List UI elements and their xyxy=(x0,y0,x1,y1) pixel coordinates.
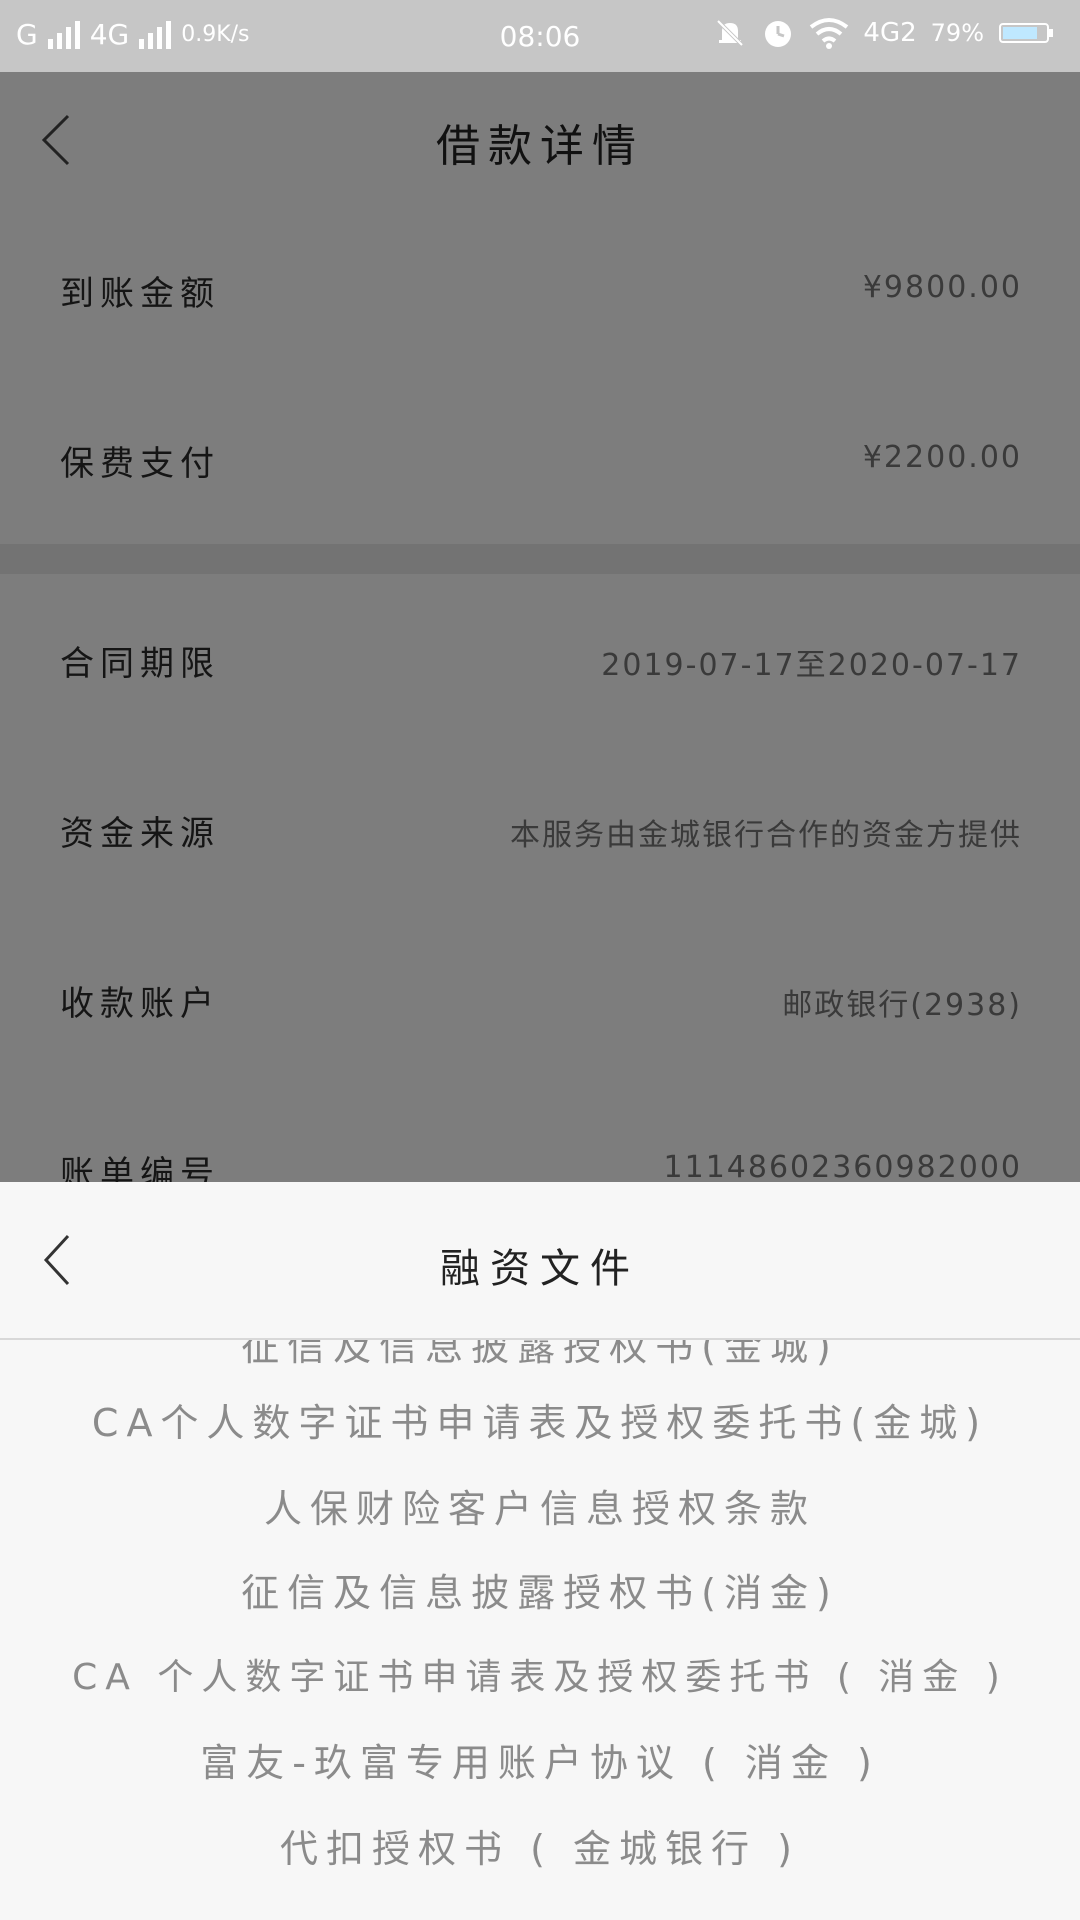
detail-value: 2019-07-17至2020-07-17 xyxy=(601,648,1022,683)
detail-row-fund-source: 资金来源 本服务由金城银行合作的资金方提供 xyxy=(0,748,1080,918)
document-link[interactable]: 征信及信息披露授权书(金城) xyxy=(0,1340,1080,1371)
detail-value: 邮政银行(2938) xyxy=(782,988,1022,1023)
section-divider xyxy=(0,544,1080,574)
document-link[interactable]: 人保财险客户信息授权条款 xyxy=(0,1478,1080,1533)
document-link[interactable]: 征信及信息披露授权书(消金) xyxy=(0,1562,1080,1617)
wifi-icon xyxy=(810,18,849,49)
battery-icon xyxy=(999,23,1053,43)
document-link[interactable]: 富友-玖富专用账户协议 ( 消金 ) xyxy=(0,1732,1080,1787)
detail-value: 本服务由金城银行合作的资金方提供 xyxy=(510,818,1022,853)
document-link[interactable]: 代扣授权书 ( 金城银行 ) xyxy=(0,1818,1080,1873)
document-list[interactable]: 征信及信息披露授权书(金城) CA个人数字证书申请表及授权委托书(金城) 人保财… xyxy=(0,1340,1080,1920)
status-bar: G 4G 0.9K/s 08:06 4G2 79% xyxy=(0,0,1080,72)
page-title: 借款详情 xyxy=(436,121,644,172)
detail-row-term: 合同期限 2019-07-17至2020-07-17 xyxy=(0,578,1080,748)
detail-row-premium: 保费支付 ¥2200.00 xyxy=(0,378,1080,548)
detail-label: 收款账户 xyxy=(60,984,220,1024)
alarm-icon xyxy=(765,21,792,47)
sheet-title: 融资文件 xyxy=(440,1246,640,1292)
detail-label: 资金来源 xyxy=(60,814,220,854)
battery-percent: 79% xyxy=(930,19,984,47)
document-link[interactable]: CA 个人数字证书申请表及授权委托书 ( 消金 ) xyxy=(0,1648,1080,1700)
sheet-header: 融资文件 xyxy=(0,1182,1080,1340)
mute-bell-icon xyxy=(717,19,744,47)
network-badge: 4G2 xyxy=(863,18,917,48)
detail-value: ¥2200.00 xyxy=(862,440,1022,475)
detail-row-account: 收款账户 邮政银行(2938) xyxy=(0,918,1080,1088)
status-right: 4G2 79% xyxy=(713,16,1056,50)
screen: G 4G 0.9K/s 08:06 4G2 79% 借款详情 到账金额 ¥980… xyxy=(0,0,1080,1920)
detail-label: 到账金额 xyxy=(60,274,220,314)
loan-details-header: 借款详情 xyxy=(0,72,1080,208)
finance-documents-sheet: 融资文件 征信及信息披露授权书(金城) CA个人数字证书申请表及授权委托书(金城… xyxy=(0,1182,1080,1920)
document-link[interactable]: CA个人数字证书申请表及授权委托书(金城) xyxy=(0,1392,1080,1447)
detail-value: ¥9800.00 xyxy=(862,270,1022,305)
detail-row-amount: 到账金额 ¥9800.00 xyxy=(0,208,1080,378)
detail-value: 11148602360982000 xyxy=(663,1150,1022,1185)
detail-label: 保费支付 xyxy=(60,444,220,484)
detail-label: 合同期限 xyxy=(60,644,220,684)
